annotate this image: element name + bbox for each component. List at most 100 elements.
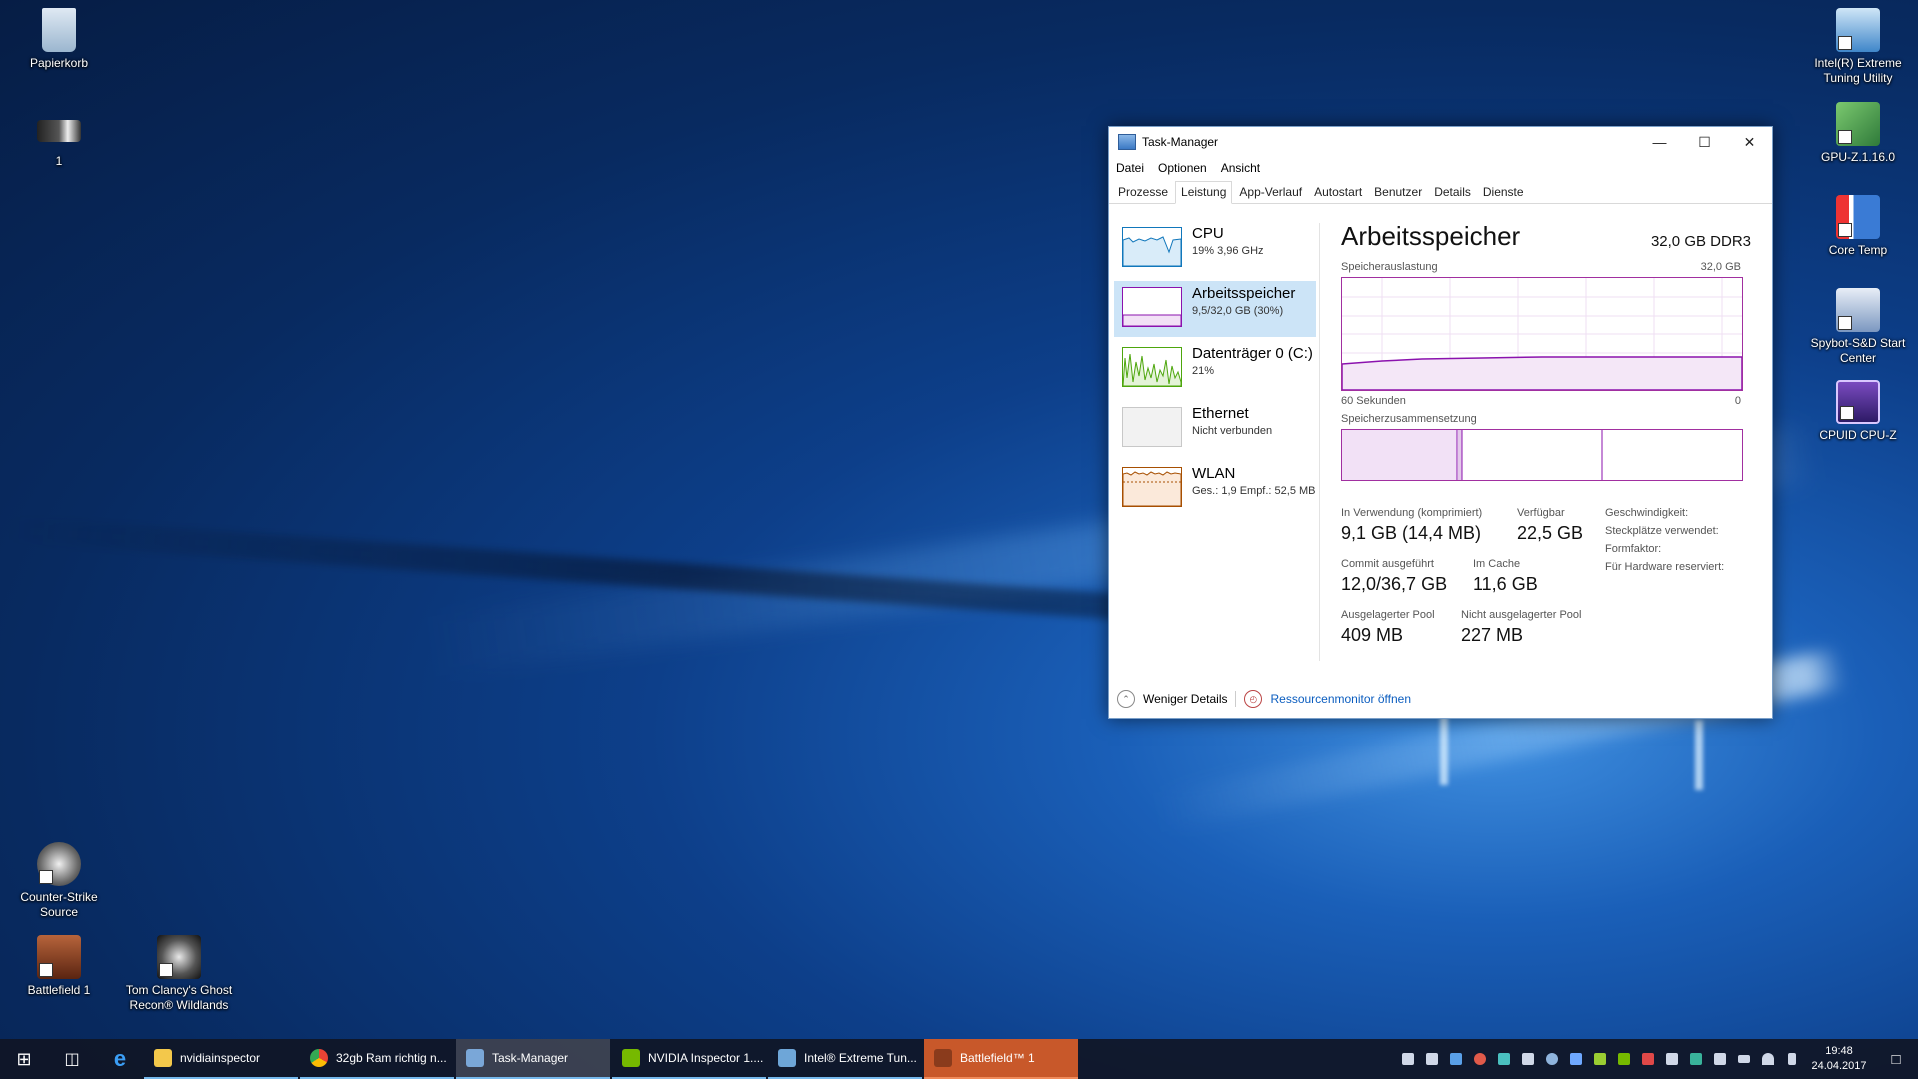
chrome-icon [310,1049,328,1067]
desktop-icon-ghost-recon[interactable]: Tom Clancy's Ghost Recon® Wildlands [120,935,238,1013]
wifi-icon[interactable] [1756,1039,1780,1079]
cache-label: Im Cache [1473,558,1521,570]
resource-monitor-link[interactable]: Ressourcenmonitor öffnen [1270,692,1411,706]
desktop-icon-recycle-bin[interactable]: Papierkorb [0,8,118,71]
maximize-button[interactable]: ☐ [1682,127,1727,157]
core-temp-icon [1836,195,1880,239]
minimize-button[interactable]: — [1637,127,1682,157]
tray-app-icon[interactable] [1468,1039,1492,1079]
folder-icon [154,1049,172,1067]
sidebar-item-cpu[interactable]: CPU 19% 3,96 GHz [1114,221,1316,277]
action-center-icon[interactable]: □ [1874,1039,1918,1079]
desktop-icon-intel-xtu[interactable]: Intel(R) Extreme Tuning Utility [1799,8,1917,86]
tab-prozesse[interactable]: Prozesse [1113,181,1173,203]
tab-autostart[interactable]: Autostart [1309,181,1367,203]
taskbar-button-label: nvidiainspector [180,1051,261,1065]
paged-pool-label: Ausgelagerter Pool [1341,609,1435,621]
tab-leistung[interactable]: Leistung [1175,181,1233,204]
onedrive-icon[interactable] [1396,1039,1420,1079]
menu-ansicht[interactable]: Ansicht [1221,161,1260,175]
volume-icon[interactable] [1780,1039,1804,1079]
windows-start-icon[interactable]: ⊞ [0,1039,48,1079]
tray-app-icon[interactable] [1708,1039,1732,1079]
desktop-icon-label: Core Temp [1828,243,1888,257]
intel-xtu-icon [1836,8,1880,52]
desktop-icon-label: Spybot-S&D Start Center [1810,336,1906,365]
tray-app-icon[interactable] [1564,1039,1588,1079]
desktop-icon-cpu-z[interactable]: CPUID CPU-Z [1799,380,1917,443]
network-share-icon[interactable] [1420,1039,1444,1079]
form-factor-label: Formfaktor: [1605,543,1662,555]
tray-app-icon[interactable] [1684,1039,1708,1079]
menu-optionen[interactable]: Optionen [1158,161,1207,175]
cpu-z-icon [1836,380,1880,424]
nvidia-icon[interactable] [1612,1039,1636,1079]
task-view-icon[interactable]: ◫ [48,1039,96,1079]
close-button[interactable]: ✕ [1727,127,1772,157]
sidebar-item-memory[interactable]: Arbeitsspeicher 9,5/32,0 GB (30%) [1114,281,1316,337]
desktop-icon-label: Papierkorb [29,56,89,70]
memory-thumbnail-graph [1122,287,1182,327]
tray-app-icon[interactable] [1516,1039,1540,1079]
taskbar-button-task-manager[interactable]: Task-Manager [456,1039,610,1079]
desktop-icon-label: Counter-Strike Source [20,890,98,919]
desktop-icon-battlefield[interactable]: Battlefield 1 [0,935,118,998]
commit-value: 12,0/36,7 GB [1341,574,1448,594]
menu-bar: Datei Optionen Ansicht [1109,157,1772,179]
ghost-recon-icon [157,935,201,979]
sidebar-item-sub: 21% [1192,365,1215,377]
desktop-icon-label: Battlefield 1 [27,983,91,997]
sidebar-item-sub: Nicht verbunden [1192,425,1273,437]
less-details-link[interactable]: Weniger Details [1143,692,1227,706]
commit-label: Commit ausgeführt [1341,558,1434,570]
desktop-icon-core-temp[interactable]: Core Temp [1799,195,1917,258]
slots-label: Steckplätze verwendet: [1605,525,1719,537]
desktop-icon-label: 1 [55,154,63,168]
system-tray: 19:48 24.04.2017 □ [1396,1039,1918,1079]
taskbar-button-label: NVIDIA Inspector 1.... [648,1051,764,1065]
image-file-icon [37,120,81,142]
task-manager-icon [466,1049,484,1067]
nonpaged-pool-value: 227 MB [1461,625,1524,645]
taskbar-button-chrome[interactable]: 32gb Ram richtig n... [300,1039,454,1079]
battlefield-icon [37,935,81,979]
taskbar-button-nvidiainspector[interactable]: nvidiainspector [144,1039,298,1079]
chevron-up-icon[interactable]: ⌃ [1117,690,1135,708]
tray-app-icon[interactable] [1444,1039,1468,1079]
menu-datei[interactable]: Datei [1116,161,1144,175]
sidebar-item-wlan[interactable]: WLAN Ges.: 1,9 Empf.: 52,5 MB [1114,461,1316,517]
taskbar-button-label: Intel® Extreme Tun... [804,1051,917,1065]
tray-app-icon[interactable] [1492,1039,1516,1079]
tab-details[interactable]: Details [1429,181,1476,203]
taskbar-button-intel-xtu[interactable]: Intel® Extreme Tun... [768,1039,922,1079]
wlan-thumbnail-graph [1122,467,1182,507]
sidebar-item-label: CPU [1192,225,1224,242]
sidebar-item-disk[interactable]: Datenträger 0 (C:) 21% [1114,341,1316,397]
tab-app-verlauf[interactable]: App-Verlauf [1234,181,1307,203]
battery-icon[interactable] [1732,1039,1756,1079]
intel-xtu-icon [778,1049,796,1067]
edge-browser-icon[interactable]: e [96,1039,144,1079]
task-manager-window[interactable]: Task-Manager — ☐ ✕ Datei Optionen Ansich… [1108,126,1773,719]
paged-pool-value: 409 MB [1341,625,1404,645]
tray-app-icon[interactable] [1636,1039,1660,1079]
available-value: 22,5 GB [1517,523,1584,543]
sidebar-item-ethernet[interactable]: Ethernet Nicht verbunden [1114,401,1316,457]
wallpaper-beam [1440,715,1448,785]
tray-app-icon[interactable] [1660,1039,1684,1079]
taskbar-button-battlefield[interactable]: Battlefield™ 1 [924,1039,1078,1079]
tray-app-icon[interactable] [1588,1039,1612,1079]
desktop-icon-cs-source[interactable]: Counter-Strike Source [0,842,118,920]
system-clock[interactable]: 19:48 24.04.2017 [1804,1044,1874,1074]
desktop-icon-spybot[interactable]: Spybot-S&D Start Center [1799,288,1917,366]
tab-benutzer[interactable]: Benutzer [1369,181,1427,203]
taskbar-button-label: Battlefield™ 1 [960,1051,1035,1065]
taskbar-button-nvidia-inspector[interactable]: NVIDIA Inspector 1.... [612,1039,766,1079]
window-titlebar[interactable]: Task-Manager — ☐ ✕ [1109,127,1772,157]
desktop-icon-image[interactable]: 1 [0,112,118,169]
nonpaged-pool-label: Nicht ausgelagerter Pool [1461,609,1582,621]
steam-icon[interactable] [1540,1039,1564,1079]
tab-dienste[interactable]: Dienste [1478,181,1529,203]
desktop-icon-gpu-z[interactable]: GPU-Z.1.16.0 [1799,102,1917,165]
taskbar: ⊞ ◫ e nvidiainspector 32gb Ram richtig n… [0,1039,1918,1079]
